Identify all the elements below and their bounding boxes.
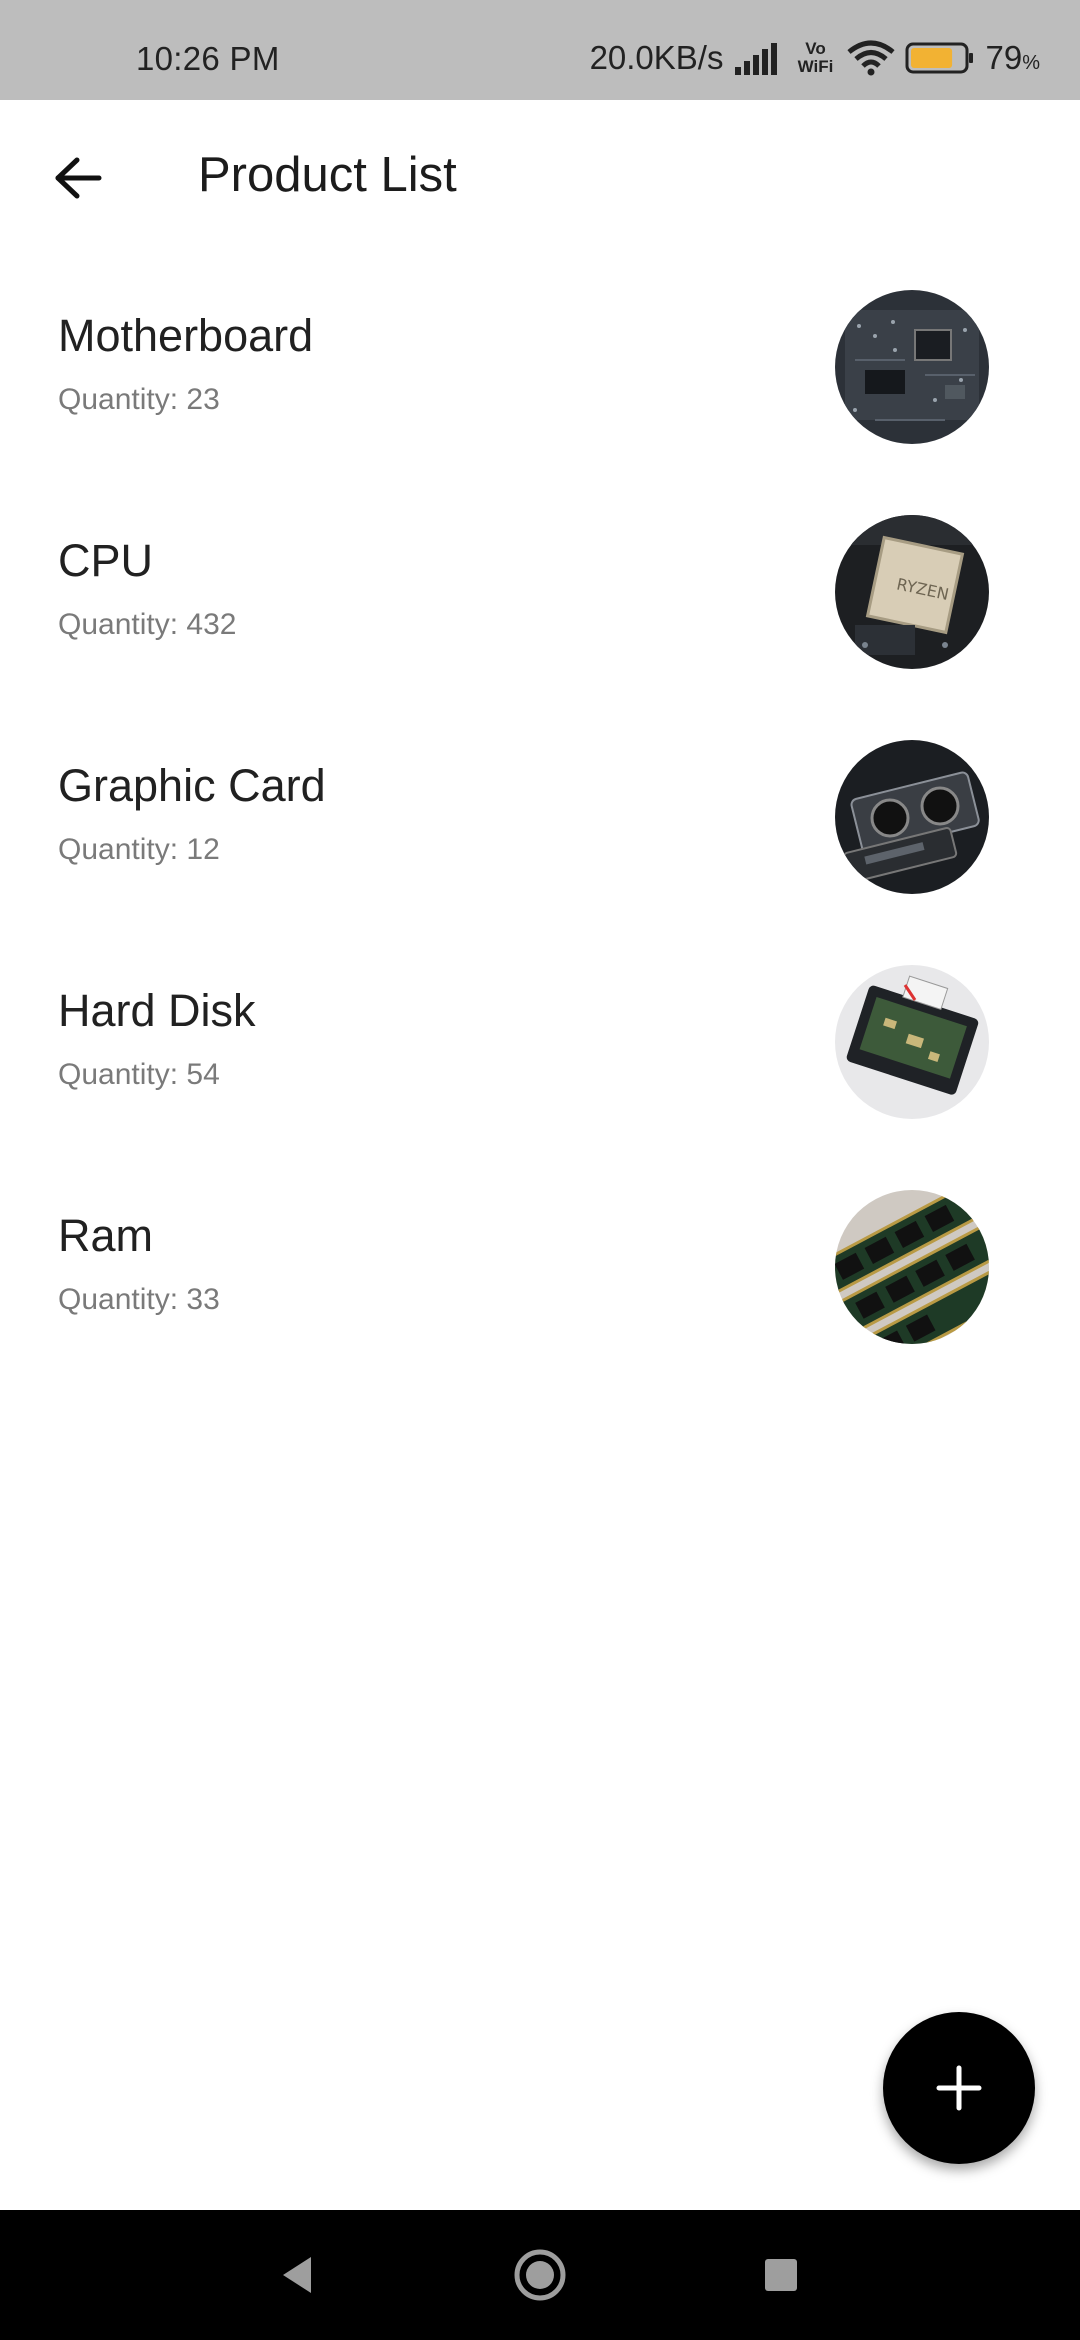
- product-name: Motherboard: [58, 310, 314, 361]
- nav-home-button[interactable]: [507, 2242, 573, 2308]
- list-item[interactable]: Graphic Card Quantity: 12: [0, 715, 1080, 940]
- product-name: Graphic Card: [58, 760, 326, 811]
- product-quantity: Quantity: 23: [58, 383, 220, 416]
- product-list: Motherboard Quantity: 23 CPU Quantity: 4…: [0, 265, 1080, 1390]
- list-item[interactable]: CPU Quantity: 432 RYZEN: [0, 490, 1080, 715]
- status-time: 10:26 PM: [136, 40, 280, 77]
- status-icons: 20.0KB/s Vo WiFi 79%: [590, 38, 1040, 78]
- list-item[interactable]: Hard Disk Quantity: 54: [0, 940, 1080, 1165]
- battery-unit: %: [1022, 52, 1040, 74]
- product-quantity: Quantity: 432: [58, 608, 237, 641]
- nav-back-button[interactable]: [264, 2242, 330, 2308]
- navigation-bar: [0, 2210, 1080, 2340]
- battery-icon: [905, 42, 974, 74]
- circle-home-icon: [514, 2249, 566, 2301]
- battery-percent: 79%: [985, 39, 1040, 77]
- status-bar: 10:26 PM 20.0KB/s Vo WiFi 79%: [0, 0, 1080, 100]
- battery-level: 79: [985, 39, 1023, 76]
- nav-recents-button[interactable]: [748, 2242, 814, 2308]
- plus-icon: [936, 2065, 982, 2111]
- network-speed: 20.0KB/s: [589, 39, 724, 76]
- product-quantity: Quantity: 33: [58, 1283, 220, 1316]
- product-name: Hard Disk: [58, 985, 256, 1036]
- cpu-image: RYZEN: [835, 515, 989, 669]
- screen: 10:26 PM 20.0KB/s Vo WiFi 79% Product Li…: [0, 0, 1080, 2340]
- vowifi-top: Vo: [805, 39, 826, 58]
- square-recents-icon: [765, 2259, 797, 2291]
- motherboard-image: [835, 290, 989, 444]
- list-item[interactable]: Motherboard Quantity: 23: [0, 265, 1080, 490]
- wifi-icon: [847, 40, 896, 76]
- app-bar: Product List: [0, 100, 1080, 255]
- add-product-button[interactable]: [883, 2012, 1035, 2164]
- product-quantity: Quantity: 54: [58, 1058, 220, 1091]
- triangle-back-icon: [283, 2257, 311, 2293]
- ram-image: [835, 1190, 989, 1344]
- back-button[interactable]: [40, 140, 116, 216]
- list-item[interactable]: Ram Quantity: 33: [0, 1165, 1080, 1390]
- signal-icon: [735, 43, 778, 75]
- vowifi-bottom: WiFi: [797, 57, 834, 76]
- arrow-left-icon: [55, 157, 102, 199]
- product-quantity: Quantity: 12: [58, 833, 220, 866]
- vowifi-icon: Vo WiFi: [793, 38, 837, 78]
- product-name: Ram: [58, 1210, 154, 1261]
- page-title: Product List: [198, 148, 457, 202]
- product-name: CPU: [58, 535, 154, 586]
- hard-disk-image: [835, 965, 989, 1119]
- graphic-card-image: [835, 740, 989, 894]
